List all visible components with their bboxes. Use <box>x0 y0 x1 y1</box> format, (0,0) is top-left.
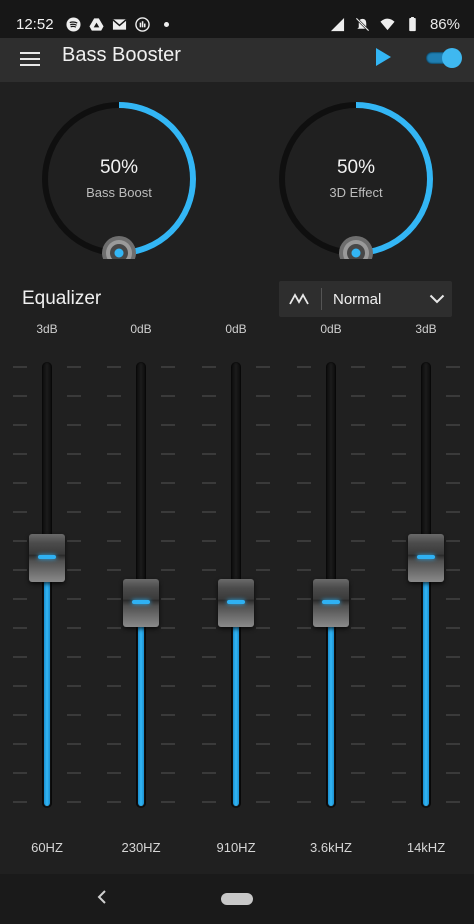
waveform-icon <box>289 293 309 305</box>
dot-icon <box>164 22 169 27</box>
back-icon[interactable] <box>94 888 110 906</box>
notification-icons <box>66 17 169 32</box>
gmail-icon <box>112 19 127 30</box>
eq-band-14khz: 3dB 14kHZ <box>386 318 466 863</box>
band-slider-thumb[interactable] <box>29 534 65 583</box>
band-slider-thumb[interactable] <box>218 578 254 627</box>
thumb-indicator <box>132 599 150 604</box>
band-frequency-label: 60HZ <box>31 840 63 855</box>
band-frequency-label: 3.6kHZ <box>310 840 352 855</box>
mute-icon <box>355 17 370 32</box>
thumb-indicator <box>322 599 340 604</box>
preset-dropdown[interactable]: Normal <box>279 281 452 317</box>
band-slider-thumb[interactable] <box>313 578 349 627</box>
band-slider-thumb[interactable] <box>123 578 159 627</box>
home-pill[interactable] <box>221 893 253 905</box>
3d-effect-knob[interactable]: 50% 3D Effect <box>276 99 436 259</box>
battery-icon <box>409 17 416 32</box>
app-title: Bass Booster <box>62 44 181 66</box>
band-fill <box>328 622 334 806</box>
battery-percent: 86% <box>429 16 460 33</box>
bass-boost-arc <box>118 102 196 256</box>
band-gain-label: 0dB <box>130 322 152 336</box>
band-gain-label: 0dB <box>225 322 247 336</box>
3d-effect-dial <box>279 102 433 259</box>
bass-boost-dial <box>42 102 196 259</box>
band-frequency-label: 230HZ <box>121 840 161 855</box>
band-gain-label: 3dB <box>415 322 437 336</box>
3d-effect-label: 3D Effect <box>329 185 383 200</box>
app-bar: Bass Booster <box>0 38 474 82</box>
play-icon[interactable] <box>372 46 394 68</box>
band-fill <box>138 622 144 806</box>
band-fill <box>233 622 239 806</box>
signal-icon <box>330 17 345 32</box>
bass-boost-handle[interactable] <box>102 236 136 259</box>
preset-divider <box>321 288 322 310</box>
hamburger-menu-icon[interactable] <box>18 46 44 72</box>
toggle-thumb <box>442 48 462 68</box>
band-slider-thumb[interactable] <box>408 534 444 583</box>
band-gain-label: 3dB <box>36 322 58 336</box>
3d-effect-arc <box>355 102 433 256</box>
bass-boost-label: Bass Boost <box>86 185 152 200</box>
status-time: 12:52 <box>16 16 54 33</box>
drive-icon <box>89 18 104 31</box>
booster-toggle[interactable] <box>424 47 462 68</box>
bass-boost-value: 50% <box>99 157 139 178</box>
thumb-indicator <box>38 555 56 560</box>
wifi-icon <box>380 18 395 31</box>
thumb-indicator <box>417 555 435 560</box>
band-gain-label: 0dB <box>320 322 342 336</box>
3d-effect-handle[interactable] <box>339 236 373 259</box>
spotify-icon <box>66 17 81 32</box>
system-icons: 86% <box>330 16 460 33</box>
band-frequency-label: 14kHZ <box>406 840 446 855</box>
band-frequency-label: 910HZ <box>216 840 256 855</box>
app-icon <box>135 17 150 32</box>
eq-band-60hz: 3dB 60HZ <box>7 318 87 863</box>
band-fill <box>44 578 50 806</box>
system-nav-bar <box>0 874 474 924</box>
preset-value: Normal <box>333 291 382 308</box>
chevron-down-icon <box>429 294 445 304</box>
thumb-indicator <box>227 599 245 604</box>
band-fill <box>423 578 429 806</box>
equalizer-title: Equalizer <box>22 288 102 309</box>
eq-band-230hz: 0dB 230HZ <box>101 318 181 863</box>
bass-boost-knob[interactable]: 50% Bass Boost <box>39 99 199 259</box>
eq-band-3-6khz: 0dB 3.6kHZ <box>291 318 371 863</box>
3d-effect-value: 50% <box>336 157 376 178</box>
eq-band-910hz: 0dB 910HZ <box>196 318 276 863</box>
